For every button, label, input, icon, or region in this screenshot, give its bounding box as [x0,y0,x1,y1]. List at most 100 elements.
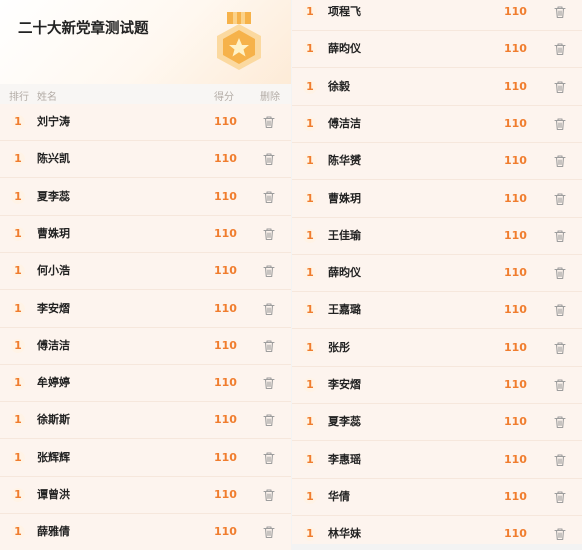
trash-icon[interactable] [552,414,568,430]
participant-name: 夏李蕊 [37,189,70,203]
trash-icon[interactable] [552,79,568,95]
trash-icon[interactable] [552,489,568,505]
participant-name: 夏李蕊 [328,415,361,429]
rank-badge: 1 [301,479,319,515]
score-value: 110 [214,376,237,390]
score-value: 110 [214,264,237,278]
medal-icon [217,12,261,70]
score-value: 110 [214,226,237,240]
participant-name: 薛雅倩 [37,525,70,539]
table-row: 1 傅洁洁 110 [292,106,582,143]
score-value: 110 [504,154,527,168]
trash-icon[interactable] [261,375,277,391]
table-row: 1 李惠瑶 110 [292,442,582,479]
trash-icon[interactable] [552,265,568,281]
rank-badge: 1 [9,104,27,140]
column-delete: 删除 [260,92,280,103]
participant-name: 陈兴凯 [37,152,70,166]
participant-name: 项程飞 [328,5,361,18]
trash-icon[interactable] [261,114,277,130]
participant-name: 李惠瑶 [328,452,361,466]
rank-badge: 1 [9,216,27,252]
rank-badge: 1 [9,141,27,177]
trash-icon[interactable] [261,524,277,540]
table-row: 1 薛昀仪 110 [292,255,582,293]
trash-icon[interactable] [552,526,568,542]
score-value: 110 [214,301,237,315]
participant-name: 李安熠 [328,378,361,391]
trash-icon[interactable] [552,41,568,57]
table-row: 1 夏李蕊 110 [0,179,291,216]
trash-icon[interactable] [261,450,277,466]
score-value: 110 [504,116,527,130]
rank-badge: 1 [9,402,27,438]
rank-badge: 1 [9,253,27,289]
participant-name: 王嘉璐 [328,303,361,317]
table-row: 1 王佳瑜 110 [292,218,582,255]
trash-icon[interactable] [261,338,277,354]
rank-badge: 1 [9,179,27,215]
table-row: 1 曹姝玥 110 [292,181,582,218]
participant-name: 李安熠 [37,301,70,315]
table-row: 1 牟婷婷 110 [0,365,291,403]
table-row: 1 傅洁洁 110 [0,328,291,365]
score-value: 110 [214,338,237,352]
trash-icon[interactable] [552,4,568,20]
participant-name: 王佳瑜 [328,228,361,242]
score-value: 110 [214,189,237,203]
participant-name: 徐斯斯 [37,413,70,427]
score-value: 110 [214,413,237,427]
table-row: 1 张辉辉 110 [0,440,291,477]
trash-icon[interactable] [552,153,568,169]
participant-name: 陈华赟 [328,154,361,168]
table-row: 1 谭曾洪 110 [0,477,291,514]
trash-icon[interactable] [552,191,568,207]
trash-icon[interactable] [261,189,277,205]
trash-icon[interactable] [552,116,568,132]
table-row: 1 刘宁涛 110 [0,104,291,141]
score-value: 110 [504,266,527,280]
participant-name: 刘宁涛 [37,115,70,128]
table-row: 1 徐毅 110 [292,69,582,106]
column-name: 姓名 [37,92,57,103]
trash-icon[interactable] [261,412,277,428]
trash-icon[interactable] [261,301,277,317]
rank-badge: 1 [301,218,319,254]
trash-icon[interactable] [261,226,277,242]
score-value: 110 [214,450,237,464]
trash-icon[interactable] [552,452,568,468]
rank-badge: 1 [301,442,319,478]
trash-icon[interactable] [261,263,277,279]
trash-icon[interactable] [552,302,568,318]
table-row: 1 陈华赟 110 [292,143,582,181]
participant-name: 牟婷婷 [37,376,70,390]
score-value: 110 [504,378,527,391]
rank-badge: 1 [301,106,319,142]
rank-badge: 1 [9,328,27,364]
rank-badge: 1 [301,330,319,366]
rank-badge: 1 [301,0,319,30]
rank-badge: 1 [9,477,27,513]
rank-badge: 1 [301,367,319,403]
rank-badge: 1 [301,255,319,291]
trash-icon[interactable] [261,487,277,503]
participant-name: 徐毅 [328,79,350,93]
participant-name: 傅洁洁 [328,116,361,130]
participant-name: 林华妹 [328,527,361,541]
table-row: 1 徐斯斯 110 [0,402,291,440]
score-value: 110 [214,488,237,501]
rank-badge: 1 [301,516,319,544]
trash-icon[interactable] [261,151,277,167]
table-row: 1 陈兴凯 110 [0,141,291,179]
participant-name: 张彤 [328,340,350,354]
trash-icon[interactable] [552,377,568,393]
table-row: 1 李安熠 110 [292,367,582,404]
participant-name: 谭曾洪 [37,488,70,501]
table-row: 1 李安熠 110 [0,291,291,328]
header-banner: 二十大新党章测试题 [0,0,291,84]
rank-badge: 1 [301,404,319,440]
table-row: 1 何小浩 110 [0,253,291,291]
trash-icon[interactable] [552,340,568,356]
trash-icon[interactable] [552,228,568,244]
table-row: 1 项程飞 110 [292,0,582,31]
